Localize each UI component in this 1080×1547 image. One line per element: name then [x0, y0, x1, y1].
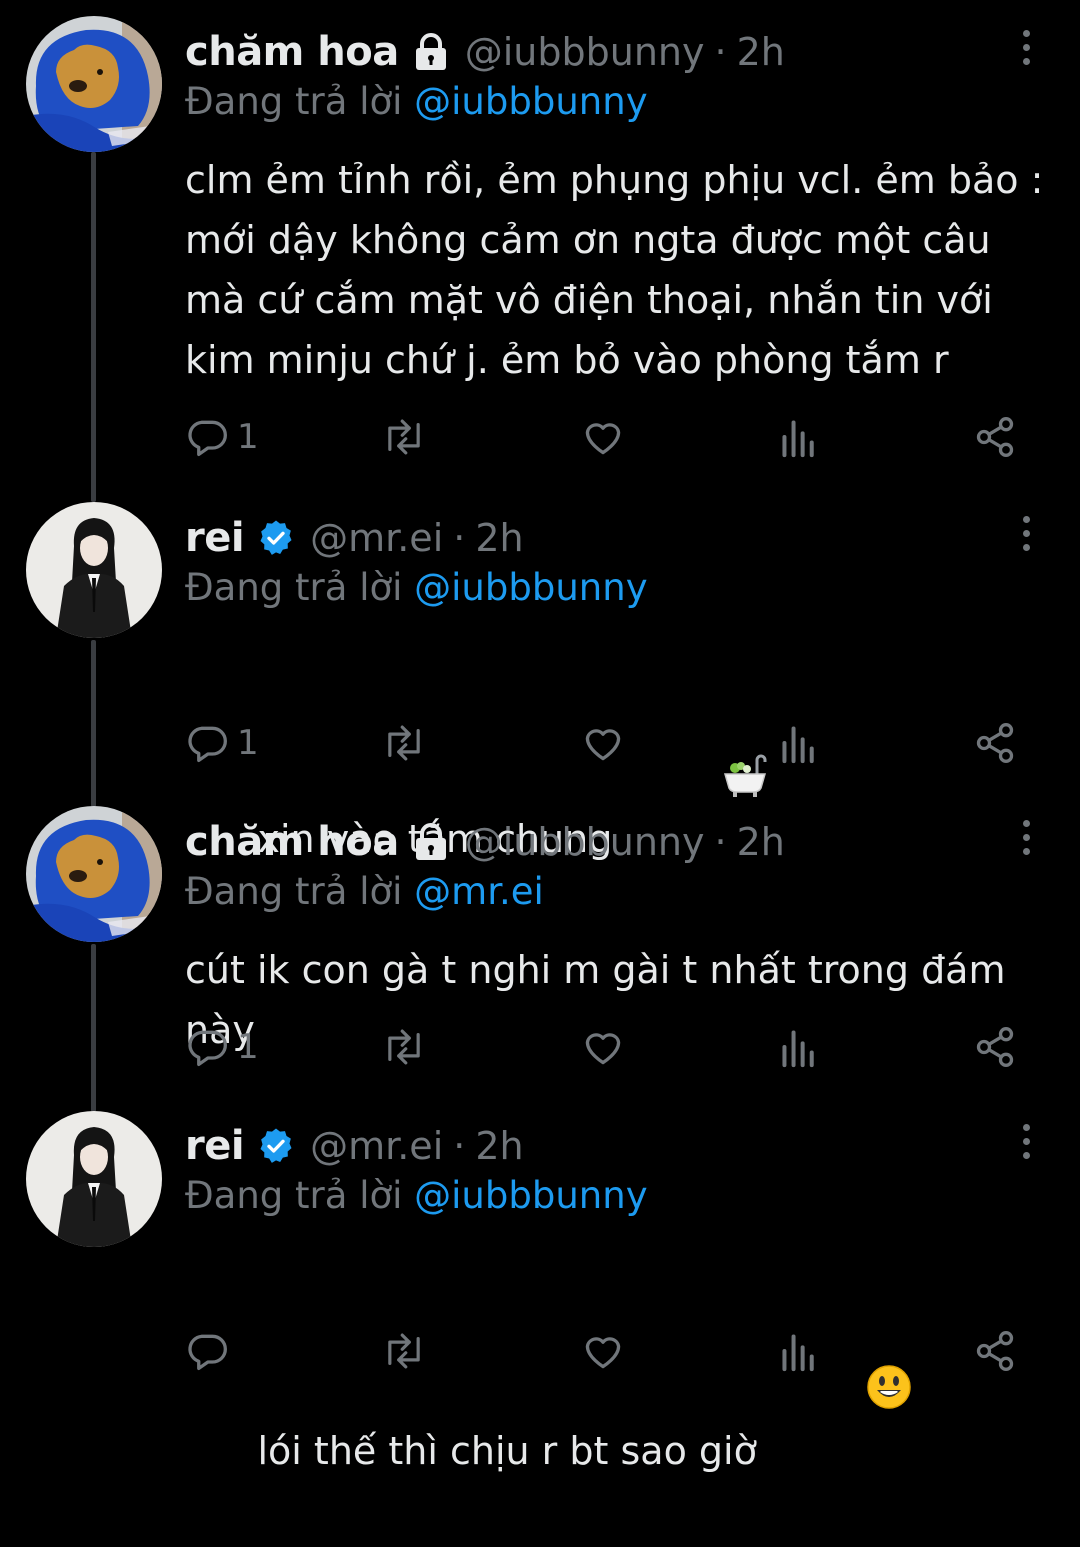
replying-to: Đang trả lời @iubbbunny [185, 1174, 648, 1217]
views-icon [782, 1334, 814, 1372]
tweet-text: lói thế thì chịu r bt sao giờ [257, 1429, 769, 1473]
views-button[interactable] [779, 1326, 819, 1376]
retweet-button[interactable] [381, 1326, 427, 1376]
reply-button[interactable] [185, 1326, 237, 1376]
reply-thread: chăm hoa @iubbbunny · 2h Đang trả lời @i… [0, 0, 1080, 1473]
replying-to-label: Đang trả lời [185, 1174, 415, 1217]
tweet-actions [185, 1326, 1025, 1376]
replying-to-mention[interactable]: @iubbbunny [414, 1174, 647, 1217]
separator-dot: · [453, 1124, 466, 1168]
display-name[interactable]: rei [185, 1123, 245, 1169]
verified-icon [256, 1126, 296, 1166]
tweet-text-container: lói thế thì chịu r bt sao giờ [185, 1244, 1050, 1547]
share-icon [976, 1331, 1014, 1371]
tweet[interactable]: rei @mr.ei · 2h Đang trả lời @iubbbunny … [0, 0, 1080, 1473]
share-button[interactable] [973, 1326, 1017, 1376]
more-options-icon[interactable] [1014, 1116, 1038, 1166]
timestamp[interactable]: 2h [475, 1124, 523, 1168]
like-icon [585, 1337, 621, 1369]
retweet-icon [388, 1333, 420, 1369]
user-handle[interactable]: @mr.ei [310, 1124, 443, 1168]
reply-icon [188, 1334, 227, 1371]
like-button[interactable] [581, 1326, 625, 1376]
avatar-rei[interactable] [26, 1111, 162, 1247]
